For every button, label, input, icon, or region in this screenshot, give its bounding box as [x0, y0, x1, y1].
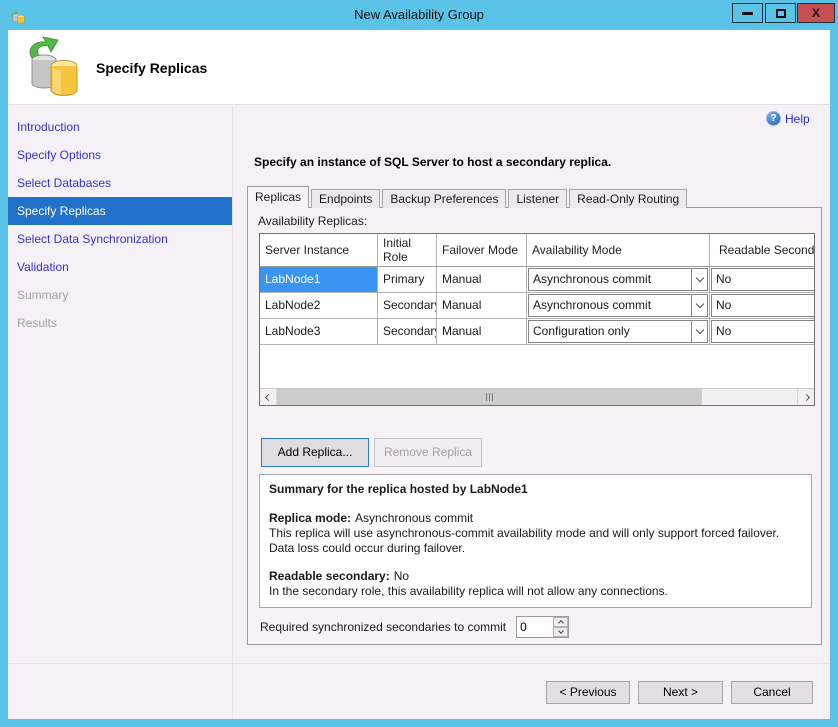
replicas-tab-panel: Availability Replicas: Server Instance I… [247, 207, 822, 645]
maximize-icon [776, 9, 786, 18]
scroll-left-icon[interactable] [260, 389, 277, 405]
tab-strip: Replicas Endpoints Backup Preferences Li… [247, 186, 689, 208]
chevron-down-icon[interactable] [691, 295, 707, 316]
cell-availability-mode: Asynchronous commit [527, 267, 710, 292]
availability-mode-dropdown[interactable]: Asynchronous commit [528, 268, 708, 291]
replica-mode-line: Replica mode: Asynchronous commit [269, 511, 802, 526]
table-row: LabNode2 Secondary Manual Asynchronous c… [260, 293, 815, 319]
help-label: Help [785, 112, 810, 126]
availability-replicas-label: Availability Replicas: [258, 214, 367, 228]
required-secondaries-input[interactable] [517, 617, 553, 637]
close-icon: X [812, 6, 820, 20]
replica-mode-label: Replica mode: [269, 511, 351, 525]
window-title: New Availability Group [0, 7, 838, 22]
tab-backup-preferences[interactable]: Backup Preferences [382, 189, 506, 208]
wizard-steps-sidebar: Introduction Specify Options Select Data… [8, 106, 233, 719]
cell-availability-mode: Asynchronous commit [527, 293, 710, 318]
minimize-button[interactable] [732, 3, 763, 23]
cell-server-instance[interactable]: LabNode3 [260, 319, 378, 344]
required-secondaries-label: Required synchronized secondaries to com… [260, 620, 506, 634]
tab-listener[interactable]: Listener [508, 189, 567, 208]
cell-failover-mode[interactable]: Manual [437, 319, 527, 344]
column-availability-mode[interactable]: Availability Mode [527, 234, 710, 266]
replica-mode-description: This replica will use asynchronous-commi… [269, 526, 802, 556]
chevron-down-icon[interactable] [691, 269, 707, 290]
page-header: Specify Replicas [8, 30, 830, 105]
previous-button[interactable]: < Previous [546, 681, 630, 704]
tab-endpoints[interactable]: Endpoints [311, 189, 380, 208]
cell-readable-secondary: No [710, 319, 815, 344]
column-server-instance[interactable]: Server Instance [260, 234, 378, 266]
replica-summary-box: Summary for the replica hosted by LabNod… [259, 474, 812, 608]
readable-secondary-value: No [394, 569, 409, 583]
sidebar-item-specify-replicas[interactable]: Specify Replicas [8, 197, 232, 225]
cell-readable-secondary: No [710, 267, 815, 292]
cell-server-instance[interactable]: LabNode2 [260, 293, 378, 318]
cell-failover-mode[interactable]: Manual [437, 293, 527, 318]
cell-initial-role[interactable]: Secondary [378, 319, 437, 344]
cell-availability-mode: Configuration only [527, 319, 710, 344]
grid-header-row: Server Instance Initial Role Failover Mo… [260, 234, 815, 267]
readable-secondary-description: In the secondary role, this availability… [269, 584, 802, 599]
sidebar-item-validation[interactable]: Validation [8, 253, 232, 281]
instruction-text: Specify an instance of SQL Server to hos… [254, 155, 611, 169]
dropdown-value: Asynchronous commit [529, 295, 691, 316]
remove-replica-button: Remove Replica [374, 438, 482, 467]
minimize-icon [742, 12, 753, 15]
spinner-up-icon[interactable] [553, 617, 568, 627]
sidebar-item-summary: Summary [8, 281, 232, 309]
spinner-down-icon[interactable] [553, 627, 568, 637]
required-secondaries-spinner [516, 616, 569, 638]
readable-secondary-dropdown[interactable]: No [711, 294, 815, 317]
cell-initial-role[interactable]: Primary [378, 267, 437, 292]
wizard-window: New Availability Group X Specify Replica… [0, 0, 838, 727]
required-secondaries-row: Required synchronized secondaries to com… [260, 616, 569, 638]
availability-mode-dropdown[interactable]: Asynchronous commit [528, 294, 708, 317]
cell-initial-role[interactable]: Secondary [378, 293, 437, 318]
help-link[interactable]: ? Help [766, 111, 810, 126]
add-replica-button[interactable]: Add Replica... [261, 438, 369, 467]
help-icon: ? [766, 111, 781, 126]
footer-divider [8, 663, 830, 664]
readable-secondary-label: Readable secondary: [269, 569, 390, 583]
dropdown-value: Configuration only [529, 321, 691, 342]
readable-secondary-dropdown[interactable]: No [711, 268, 815, 291]
next-button[interactable]: Next > [638, 681, 723, 704]
cell-failover-mode[interactable]: Manual [437, 267, 527, 292]
maximize-button[interactable] [765, 3, 796, 23]
dialog-body: Specify Replicas Introduction Specify Op… [8, 30, 830, 719]
availability-replicas-grid: Server Instance Initial Role Failover Mo… [259, 233, 815, 406]
availability-mode-dropdown[interactable]: Configuration only [528, 320, 708, 343]
horizontal-scrollbar[interactable] [260, 388, 814, 405]
summary-title: Summary for the replica hosted by LabNod… [269, 482, 802, 497]
table-row: LabNode3 Secondary Manual Configuration … [260, 319, 815, 345]
cell-readable-secondary: No [710, 293, 815, 318]
page-title: Specify Replicas [96, 60, 207, 76]
dropdown-value: Asynchronous commit [529, 269, 691, 290]
sidebar-item-select-databases[interactable]: Select Databases [8, 169, 232, 197]
scroll-right-icon[interactable] [797, 389, 814, 405]
close-button[interactable]: X [797, 3, 835, 23]
sidebar-item-introduction[interactable]: Introduction [8, 113, 232, 141]
scrollbar-thumb[interactable] [277, 389, 702, 405]
chevron-down-icon[interactable] [691, 321, 707, 342]
titlebar: New Availability Group X [0, 0, 838, 30]
cancel-button[interactable]: Cancel [731, 681, 813, 704]
column-readable-secondary[interactable]: Readable Secondary [710, 234, 815, 266]
tab-replicas[interactable]: Replicas [247, 186, 309, 208]
column-failover-mode[interactable]: Failover Mode [437, 234, 527, 266]
readable-secondary-line: Readable secondary: No [269, 569, 802, 584]
readable-secondary-dropdown[interactable]: No [711, 320, 815, 343]
sidebar-item-results: Results [8, 309, 232, 337]
table-row: LabNode1 Primary Manual Asynchronous com… [260, 267, 815, 293]
tab-read-only-routing[interactable]: Read-Only Routing [569, 189, 687, 208]
cell-server-instance[interactable]: LabNode1 [260, 267, 378, 292]
column-initial-role[interactable]: Initial Role [378, 234, 437, 266]
replica-mode-value: Asynchronous commit [355, 511, 473, 525]
sidebar-item-select-data-synchronization[interactable]: Select Data Synchronization [8, 225, 232, 253]
replicas-database-icon [24, 36, 86, 100]
sidebar-item-specify-options[interactable]: Specify Options [8, 141, 232, 169]
